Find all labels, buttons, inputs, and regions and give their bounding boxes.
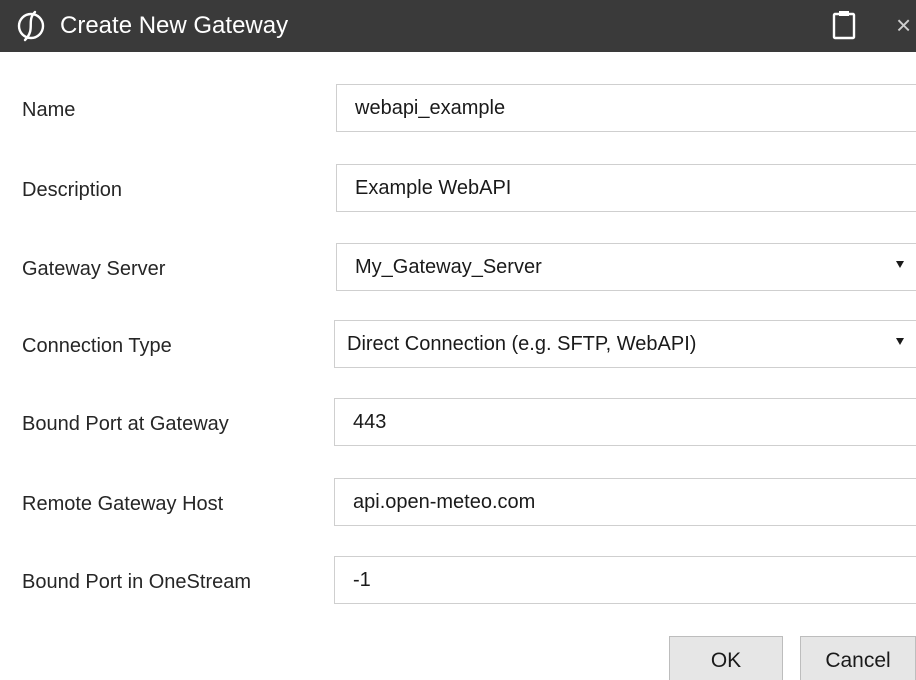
remote-host-label: Remote Gateway Host [22,493,224,515]
bound-port-onestream-input[interactable]: -1 [334,556,916,604]
name-label: Name [22,99,76,121]
description-input[interactable]: Example WebAPI [336,164,916,212]
connection-type-label: Connection Type [22,335,172,357]
gateway-server-row: Gateway Server My_Gateway_Server [0,243,916,295]
close-icon[interactable]: × [896,10,916,40]
bound-port-onestream-label: Bound Port in OneStream [22,571,252,593]
connection-type-dropdown-icon[interactable] [896,338,904,345]
connection-type-select[interactable]: Direct Connection (e.g. SFTP, WebAPI) [334,320,916,368]
description-row: Description Example WebAPI [0,164,916,216]
name-row: Name webapi_example [0,84,916,136]
onestream-logo-icon [17,10,45,42]
gateway-server-select[interactable]: My_Gateway_Server [336,243,916,291]
bound-port-gateway-row: Bound Port at Gateway 443 [0,398,916,450]
gateway-server-label: Gateway Server [22,258,166,280]
dialog-title: Create New Gateway [60,12,289,39]
name-input[interactable]: webapi_example [336,84,916,132]
create-gateway-dialog: Create New Gateway × Name webapi_example… [0,0,916,680]
dialog-titlebar: Create New Gateway × [0,0,916,52]
bound-port-gateway-label: Bound Port at Gateway [22,413,229,435]
bound-port-gateway-input[interactable]: 443 [334,398,916,446]
remote-host-input[interactable]: api.open-meteo.com [334,478,916,526]
ok-button[interactable]: OK [669,636,783,680]
gateway-server-dropdown-icon[interactable] [896,261,904,268]
connection-type-row: Connection Type Direct Connection (e.g. … [0,320,916,372]
cancel-button[interactable]: Cancel [800,636,916,680]
bound-port-onestream-row: Bound Port in OneStream -1 [0,556,916,608]
clipboard-icon[interactable] [829,8,859,42]
description-label: Description [22,179,123,201]
remote-host-row: Remote Gateway Host api.open-meteo.com [0,478,916,530]
